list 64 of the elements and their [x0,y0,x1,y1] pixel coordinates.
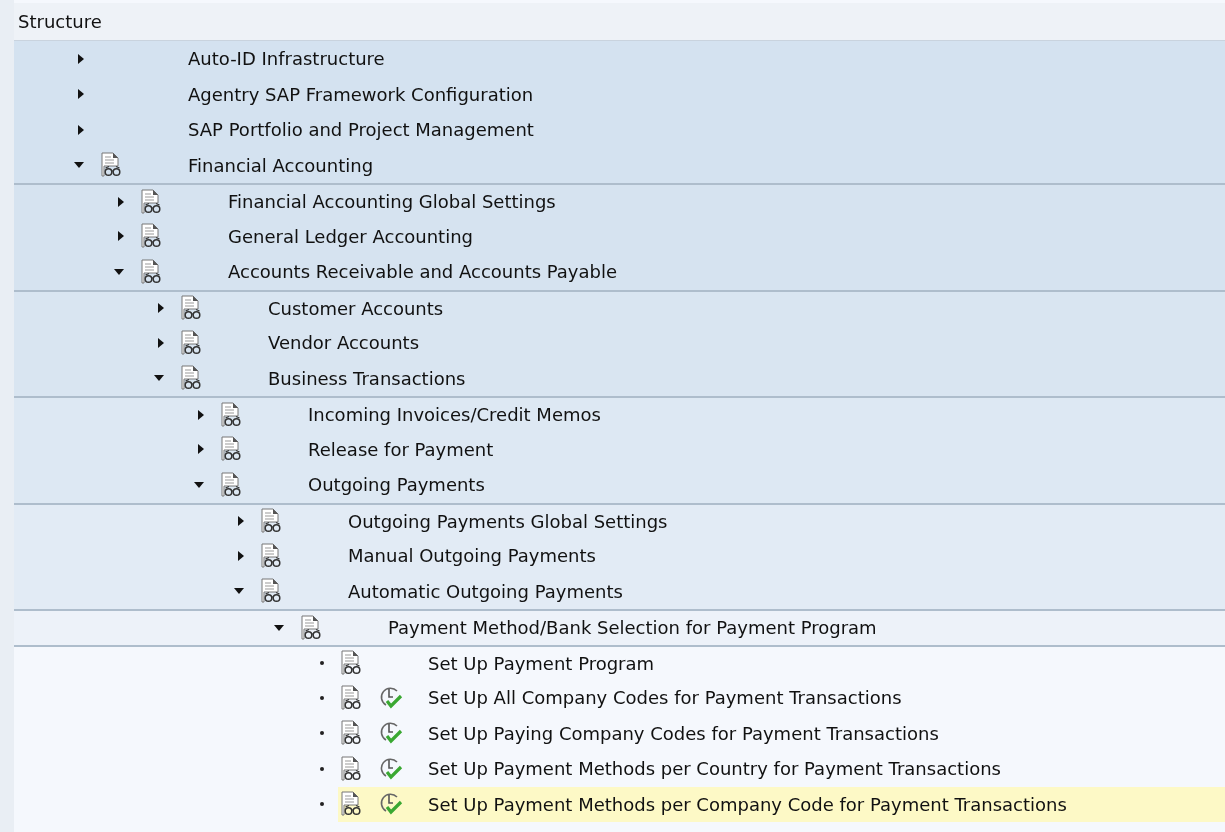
expand-arrow-icon[interactable] [198,444,204,455]
expand-arrow-icon[interactable] [238,516,244,527]
tree-item-label[interactable]: Incoming Invoices/Credit Memos [308,404,601,426]
tree-item-label[interactable]: Accounts Receivable and Accounts Payable [228,261,618,283]
document-glasses-icon[interactable] [340,755,362,782]
tree-item-label[interactable]: Financial Accounting [188,154,374,176]
tree-item-label[interactable]: Release for Payment [308,438,494,460]
tree-item-label[interactable]: Outgoing Payments [308,474,485,496]
document-glasses-icon[interactable] [100,152,122,179]
tree-item-label[interactable]: Set Up All Company Codes for Payment Transactions [428,687,902,709]
collapse-arrow-icon[interactable] [234,588,244,595]
collapse-arrow-icon[interactable] [274,624,284,631]
expand-arrow-icon[interactable] [238,550,244,561]
expand-arrow-icon[interactable] [118,196,124,207]
tree-item-label[interactable]: Agentry SAP Framework Configuration [188,83,534,105]
document-glasses-icon[interactable] [340,720,362,747]
document-glasses-icon[interactable] [180,329,202,356]
tree-item-label[interactable]: Set Up Paying Company Codes for Payment Transactions [428,722,939,744]
collapse-arrow-icon[interactable] [114,268,124,275]
document-glasses-icon[interactable] [220,401,242,428]
document-glasses-icon[interactable] [180,295,202,322]
tree-item-label[interactable]: Auto-ID Infrastructure [188,48,385,70]
tree-item-label[interactable]: Automatic Outgoing Payments [348,580,623,602]
tree-item-label[interactable]: Business Transactions [268,367,466,389]
expand-arrow-icon[interactable] [158,303,164,314]
document-glasses-icon[interactable] [260,508,282,535]
structure-header: Structure [14,3,1225,41]
expand-arrow-icon[interactable] [198,409,204,420]
tree-item-label[interactable]: Set Up Payment Program [428,652,655,674]
expand-arrow-icon[interactable] [118,231,124,242]
document-glasses-icon[interactable] [340,650,362,677]
tree-item-label[interactable]: Manual Outgoing Payments [348,545,596,567]
document-glasses-icon[interactable] [220,471,242,498]
tree-item-label[interactable]: Customer Accounts [268,297,444,319]
tree-item-label[interactable]: Set Up Payment Methods per Country for Payment Transactions [428,758,1001,780]
document-glasses-icon[interactable] [140,188,162,215]
document-glasses-icon[interactable] [220,436,242,463]
bullet-icon [320,802,324,807]
document-glasses-icon[interactable] [340,684,362,711]
expand-arrow-icon[interactable] [78,53,84,64]
document-glasses-icon[interactable] [260,542,282,569]
document-glasses-icon[interactable] [180,365,202,392]
tree-item-label[interactable]: General Ledger Accounting [228,225,473,247]
expand-arrow-icon[interactable] [158,337,164,348]
bullet-icon [320,661,324,666]
bullet-icon [320,766,324,771]
document-glasses-icon[interactable] [140,223,162,250]
expand-arrow-icon[interactable] [78,89,84,100]
document-glasses-icon[interactable] [300,614,322,641]
collapse-arrow-icon[interactable] [154,375,164,382]
document-glasses-icon[interactable] [140,258,162,285]
collapse-arrow-icon[interactable] [194,481,204,488]
tree-item-label[interactable]: Financial Accounting Global Settings [228,191,556,213]
document-glasses-icon[interactable] [340,791,362,818]
document-glasses-icon[interactable] [260,578,282,605]
clock-check-icon[interactable] [378,755,404,782]
bullet-icon [320,731,324,736]
clock-check-icon[interactable] [378,684,404,711]
tree-item-label[interactable]: Vendor Accounts [268,332,419,354]
bullet-icon [320,695,324,700]
expand-arrow-icon[interactable] [78,124,84,135]
tree-item-label[interactable]: Outgoing Payments Global Settings [348,510,668,532]
collapse-arrow-icon[interactable] [74,162,84,169]
tree-item-label[interactable]: SAP Portfolio and Project Management [188,119,534,141]
